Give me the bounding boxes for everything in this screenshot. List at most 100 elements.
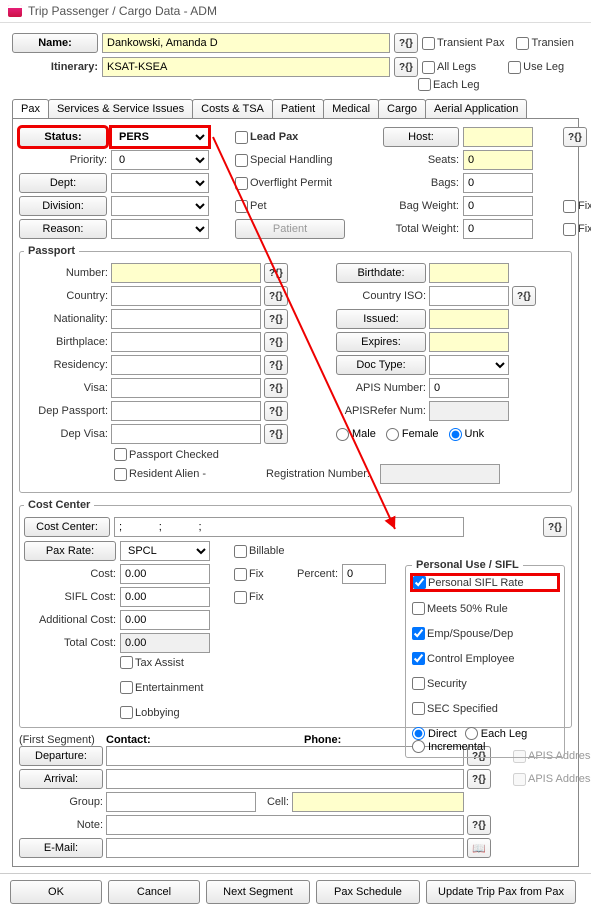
eachleg-radio[interactable]: Each Leg xyxy=(465,727,527,740)
birthplace-input[interactable] xyxy=(111,332,261,352)
overflight-check[interactable]: Overflight Permit xyxy=(235,177,345,190)
percent-input[interactable] xyxy=(342,564,386,584)
dep-visa-input[interactable] xyxy=(111,424,261,444)
dept-select[interactable] xyxy=(111,173,209,193)
visa-input[interactable] xyxy=(111,378,261,398)
incremental-radio[interactable]: Incremental xyxy=(412,740,558,753)
billable-check[interactable]: Billable xyxy=(234,545,386,558)
arrival-button[interactable]: Arrival: xyxy=(19,769,103,789)
note-input[interactable] xyxy=(106,815,464,835)
email-input[interactable] xyxy=(106,838,464,858)
reason-button[interactable]: Reason: xyxy=(19,219,107,239)
transient-pax-check[interactable]: Transient Pax xyxy=(422,37,504,50)
passport-checked[interactable]: Passport Checked xyxy=(114,448,219,461)
resident-alien[interactable]: Resident Alien - xyxy=(114,468,206,481)
expires-input[interactable] xyxy=(429,332,509,352)
group-input[interactable] xyxy=(106,792,256,812)
tab-aerial[interactable]: Aerial Application xyxy=(425,99,527,118)
nationality-help[interactable]: ?{} xyxy=(264,309,288,329)
status-button[interactable]: Status: xyxy=(19,127,107,147)
tab-cargo[interactable]: Cargo xyxy=(378,99,426,118)
email-button[interactable]: E-Mail: xyxy=(19,838,103,858)
status-select[interactable]: PERS xyxy=(111,127,209,147)
tab-costs[interactable]: Costs & TSA xyxy=(192,99,273,118)
transien-cut-check[interactable]: Transien xyxy=(516,37,573,50)
host-input[interactable] xyxy=(463,127,533,147)
note-help[interactable]: ?{} xyxy=(467,815,491,835)
pax-schedule-button[interactable]: Pax Schedule xyxy=(316,880,420,904)
dep-passport-input[interactable] xyxy=(111,401,261,421)
name-button[interactable]: Name: xyxy=(12,33,98,53)
doctype-select[interactable] xyxy=(429,355,509,375)
each-leg-check[interactable]: Each Leg xyxy=(418,78,479,91)
totwt-fix-check[interactable]: Fix xyxy=(563,223,591,236)
addlcost-input[interactable] xyxy=(120,610,210,630)
pp-country-input[interactable] xyxy=(111,286,261,306)
name-input[interactable] xyxy=(102,33,390,53)
gender-unk[interactable]: Unk xyxy=(449,428,485,441)
residency-help[interactable]: ?{} xyxy=(264,355,288,375)
reason-select[interactable] xyxy=(111,219,209,239)
gender-female[interactable]: Female xyxy=(386,428,439,441)
nationality-input[interactable] xyxy=(111,309,261,329)
dep-visa-help[interactable]: ?{} xyxy=(264,424,288,444)
use-leg-check[interactable]: Use Leg xyxy=(508,61,564,74)
special-check[interactable]: Special Handling xyxy=(235,154,345,167)
apis-num-input[interactable] xyxy=(429,378,509,398)
issued-input[interactable] xyxy=(429,309,509,329)
meets50-check[interactable]: Meets 50% Rule xyxy=(412,602,558,615)
dep-passport-help[interactable]: ?{} xyxy=(264,401,288,421)
priority-select[interactable]: 0 xyxy=(111,150,209,170)
arrival-help[interactable]: ?{} xyxy=(467,769,491,789)
security-check[interactable]: Security xyxy=(412,677,558,690)
residency-input[interactable] xyxy=(111,355,261,375)
tab-services[interactable]: Services & Service Issues xyxy=(48,99,193,118)
reg-num-input[interactable] xyxy=(380,464,500,484)
host-button[interactable]: Host: xyxy=(383,127,459,147)
apis-ref-input[interactable] xyxy=(429,401,509,421)
control-check[interactable]: Control Employee xyxy=(412,652,558,665)
division-select[interactable] xyxy=(111,196,209,216)
paxrate-button[interactable]: Pax Rate: xyxy=(24,541,116,561)
birthdate-input[interactable] xyxy=(429,263,509,283)
next-segment-button[interactable]: Next Segment xyxy=(206,880,310,904)
costcenter-button[interactable]: Cost Center: xyxy=(24,517,110,537)
tab-medical[interactable]: Medical xyxy=(323,99,379,118)
leadpax-check[interactable]: Lead Pax xyxy=(235,131,345,144)
name-help-icon[interactable]: ?{} xyxy=(394,33,418,53)
gender-male[interactable]: Male xyxy=(336,428,376,441)
departure-button[interactable]: Departure: xyxy=(19,746,103,766)
itinerary-input[interactable] xyxy=(102,57,390,77)
seats-input[interactable] xyxy=(463,150,533,170)
cost-input[interactable] xyxy=(120,564,210,584)
empspouse-check[interactable]: Emp/Spouse/Dep xyxy=(412,627,558,640)
cost-fix-check[interactable]: Fix xyxy=(234,568,284,581)
country-iso-input[interactable] xyxy=(429,286,509,306)
pet-check[interactable]: Pet xyxy=(235,200,345,213)
book-icon[interactable]: 📖 xyxy=(467,838,491,858)
all-legs-check[interactable]: All Legs xyxy=(422,61,476,74)
personal-sifl-check[interactable]: Personal SIFL Rate xyxy=(412,575,558,590)
tab-pax[interactable]: Pax xyxy=(12,99,49,118)
doctype-button[interactable]: Doc Type: xyxy=(336,355,426,375)
pp-number-input[interactable] xyxy=(111,263,261,283)
host-help-icon[interactable]: ?{} xyxy=(563,127,587,147)
ok-button[interactable]: OK xyxy=(10,880,102,904)
direct-radio[interactable]: Direct xyxy=(412,727,457,740)
visa-help[interactable]: ?{} xyxy=(264,378,288,398)
cell-input[interactable] xyxy=(292,792,464,812)
birthplace-help[interactable]: ?{} xyxy=(264,332,288,352)
division-button[interactable]: Division: xyxy=(19,196,107,216)
update-trip-button[interactable]: Update Trip Pax from Pax xyxy=(426,880,576,904)
totwt-input[interactable] xyxy=(463,219,533,239)
bagwt-input[interactable] xyxy=(463,196,533,216)
country-iso-help[interactable]: ?{} xyxy=(512,286,536,306)
paxrate-select[interactable]: SPCL xyxy=(120,541,210,561)
pp-number-help[interactable]: ?{} xyxy=(264,263,288,283)
secspec-check[interactable]: SEC Specified xyxy=(412,702,558,715)
dept-button[interactable]: Dept: xyxy=(19,173,107,193)
arrival-input[interactable] xyxy=(106,769,464,789)
cancel-button[interactable]: Cancel xyxy=(108,880,200,904)
costcenter-help[interactable]: ?{} xyxy=(543,517,567,537)
pp-country-help[interactable]: ?{} xyxy=(264,286,288,306)
